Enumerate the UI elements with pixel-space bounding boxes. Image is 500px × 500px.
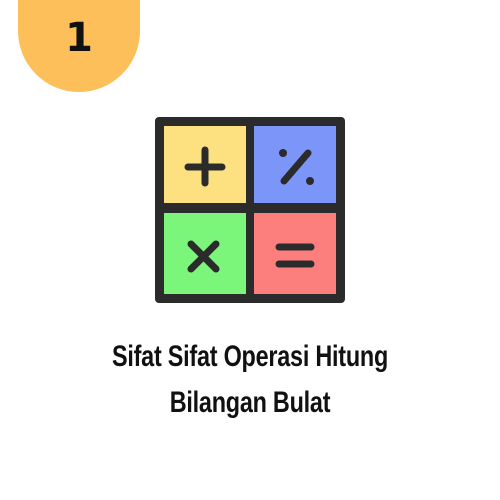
equals-tile [254, 213, 336, 294]
page-title: Sifat Sifat Operasi Hitung Bilangan Bula… [0, 334, 500, 426]
badge-number: 1 [65, 15, 93, 61]
calculator-operations-icon [155, 117, 345, 303]
title-line-1: Sifat Sifat Operasi Hitung [111, 340, 389, 373]
title-line-2: Bilangan Bulat [169, 386, 331, 419]
page: 1 Sifat Sifat Operasi Hitung Bilangan Bu… [0, 0, 500, 500]
